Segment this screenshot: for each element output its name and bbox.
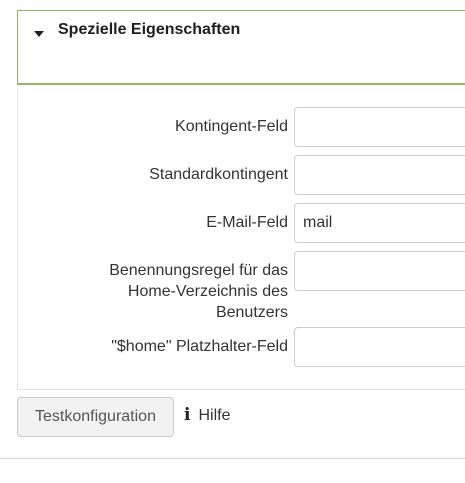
section-title: Spezielle Eigenschaften <box>58 21 241 38</box>
home-placeholder-label: "$home" Platzhalter-Feld <box>111 338 288 355</box>
section-header-special-properties[interactable]: Spezielle Eigenschaften <box>17 10 465 85</box>
home-naming-rule-input[interactable] <box>294 251 465 291</box>
email-field-label: E-Mail-Feld <box>206 214 288 231</box>
home-placeholder-input[interactable] <box>294 327 465 367</box>
help-link[interactable]: i Hilfe <box>184 405 230 425</box>
caret-down-icon[interactable] <box>34 31 44 37</box>
default-quota-input[interactable] <box>294 155 465 195</box>
home-naming-rule-label: Benennungsregel für das Home-Verzeichnis… <box>109 262 288 321</box>
help-label: Hilfe <box>198 407 231 424</box>
info-icon: i <box>184 405 191 425</box>
divider <box>0 458 465 459</box>
test-configuration-button[interactable]: Testkonfiguration <box>17 397 174 437</box>
quota-field-label: Kontingent-Feld <box>175 118 288 135</box>
email-field-input[interactable] <box>294 203 465 243</box>
default-quota-label: Standardkontingent <box>149 166 288 183</box>
quota-field-input[interactable] <box>294 107 465 147</box>
